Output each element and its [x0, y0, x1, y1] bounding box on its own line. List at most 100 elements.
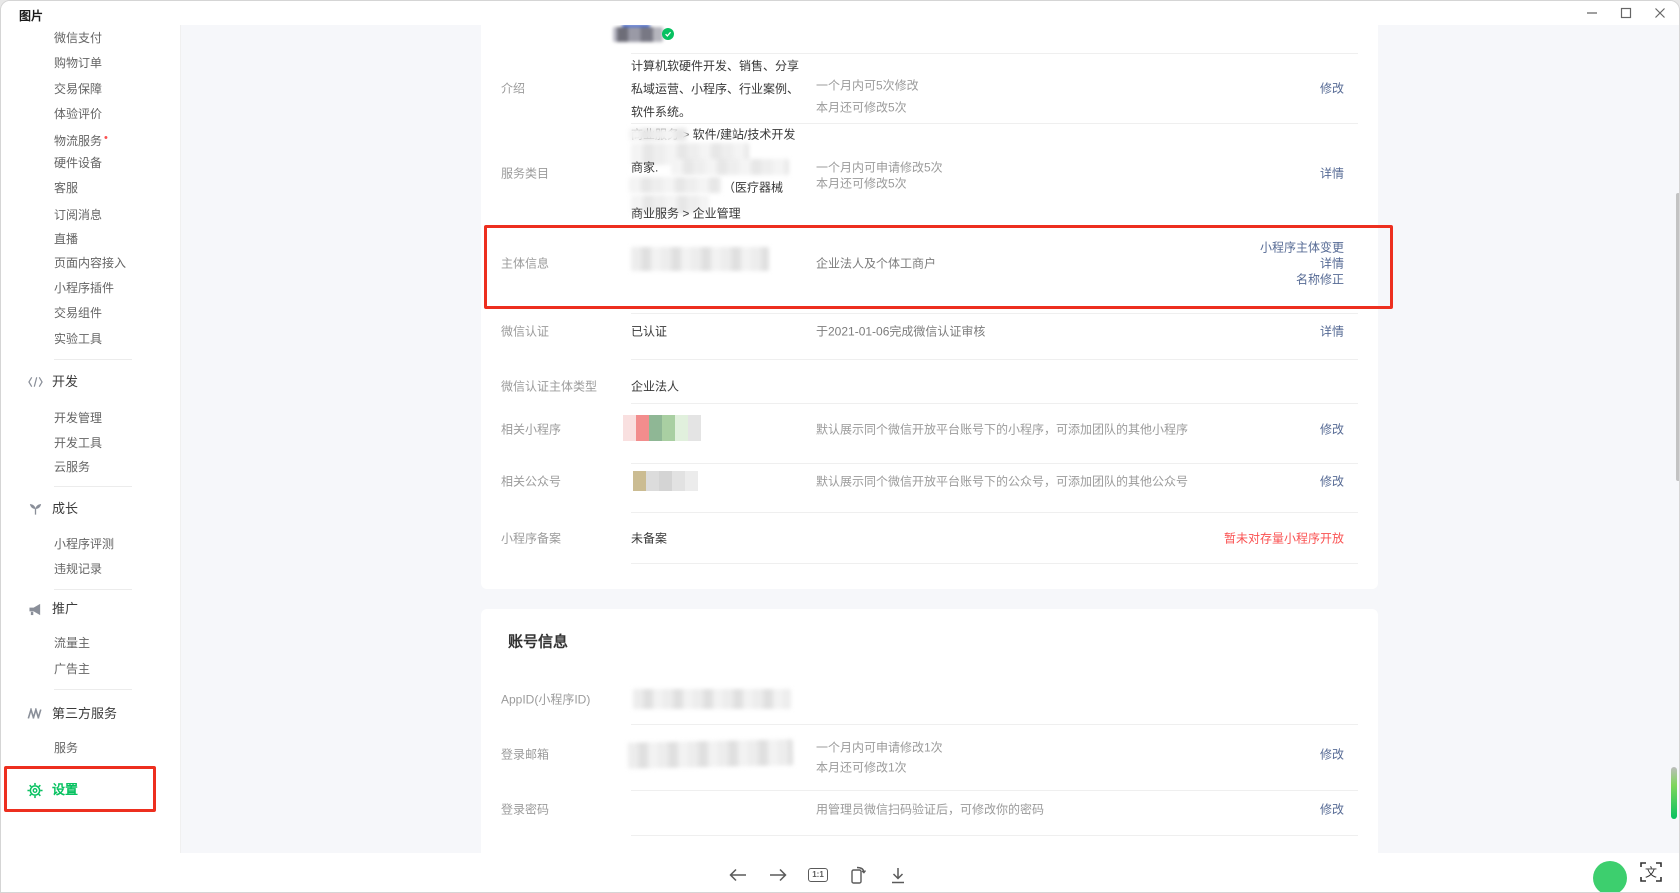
redacted-appid [633, 689, 791, 709]
verify-value: 已认证 [631, 323, 667, 340]
row-divider [631, 563, 1358, 564]
sidebar-item-violation-records[interactable]: 违规记录 [54, 561, 102, 577]
row-label-related-mp: 相关公众号 [501, 473, 561, 490]
vertical-scrollbar-thumb[interactable] [1676, 193, 1680, 481]
category-line-2: 商家. [631, 159, 658, 176]
floating-green-button[interactable] [1593, 861, 1627, 893]
download-button[interactable] [883, 861, 913, 889]
sidebar-item-dev-manage[interactable]: 开发管理 [54, 410, 102, 426]
sidebar-item-transaction-guarantee[interactable]: 交易保障 [54, 81, 102, 97]
megaphone-icon [27, 601, 43, 617]
sidebar-item-experience-rating[interactable]: 体验评价 [54, 106, 102, 122]
redacted-email [628, 739, 794, 768]
actual-size-button[interactable]: 1:1 [803, 861, 833, 889]
sidebar-item-customer-service[interactable]: 客服 [54, 180, 78, 196]
svg-text:文: 文 [1645, 865, 1657, 880]
sidebar-item-trade-components[interactable]: 交易组件 [54, 305, 102, 321]
sidebar-divider [54, 486, 132, 487]
maximize-button[interactable] [1611, 3, 1641, 23]
next-image-button[interactable] [763, 861, 793, 889]
sidebar-item-lab-tools[interactable]: 实验工具 [54, 331, 102, 347]
minimize-button[interactable] [1577, 3, 1607, 23]
previous-image-button[interactable] [723, 861, 753, 889]
rotate-icon [848, 865, 868, 885]
sidebar-item-live[interactable]: 直播 [54, 231, 78, 247]
related-mini-modify-link[interactable]: 修改 [1320, 421, 1344, 438]
row-divider [631, 512, 1358, 513]
redacted-block [629, 177, 721, 193]
row-divider [631, 403, 1358, 404]
verify-detail-link[interactable]: 详情 [1320, 323, 1344, 340]
related-mp-desc: 默认展示同个微信开放平台账号下的公众号，可添加团队的其他公众号 [816, 473, 1188, 490]
redacted-block [671, 159, 789, 175]
redacted-miniprogram-logo [623, 415, 701, 441]
sidebar-item-advertiser[interactable]: 广告主 [54, 661, 90, 677]
category-detail-link[interactable]: 详情 [1320, 165, 1344, 182]
sidebar-divider [54, 589, 132, 590]
row-divider [631, 313, 1358, 314]
sidebar-item-shopping-orders[interactable]: 购物订单 [54, 55, 102, 71]
row-divider [631, 724, 1358, 725]
email-modify-link[interactable]: 修改 [1320, 746, 1344, 763]
sidebar-item-subscribe-message[interactable]: 订阅消息 [54, 207, 102, 223]
sidebar-section-promotion[interactable]: 推广 [27, 600, 78, 618]
row-divider [631, 463, 1358, 464]
console-sidebar: 微信支付 购物订单 交易保障 体验评价 物流服务• 硬件设备 客服 订阅消息 直… [1, 25, 181, 853]
sidebar-item-wechat-pay[interactable]: 微信支付 [54, 30, 102, 46]
sidebar-item-logistics[interactable]: 物流服务• [54, 130, 108, 146]
viewer-toolbar: 1:1 [1, 853, 1680, 893]
sidebar-item-service[interactable]: 服务 [54, 740, 78, 756]
related-mp-modify-link[interactable]: 修改 [1320, 473, 1344, 490]
sidebar-section-settings[interactable]: 设置 [27, 781, 78, 799]
sidebar-item-mini-evaluation[interactable]: 小程序评测 [54, 536, 114, 552]
intro-modify-link[interactable]: 修改 [1320, 80, 1344, 97]
green-scroll-indicator[interactable] [1671, 767, 1677, 819]
row-label-subject: 主体信息 [501, 255, 549, 272]
verify-desc: 于2021-01-06完成微信认证审核 [816, 323, 985, 340]
image-canvas: 微信支付 购物订单 交易保障 体验评价 物流服务• 硬件设备 客服 订阅消息 直… [1, 25, 1680, 853]
redacted-official-account-logo [633, 471, 698, 491]
sidebar-item-dev-tools[interactable]: 开发工具 [54, 435, 102, 451]
row-label-icp: 小程序备案 [501, 530, 561, 547]
row-label-email: 登录邮箱 [501, 746, 549, 763]
verify-type-value: 企业法人 [631, 378, 679, 395]
sidebar-item-cloud-service[interactable]: 云服务 [54, 459, 90, 475]
profile-card: 介绍 计算机软硬件开发、销售、分享私域运营、小程序、行业案例、软件系统。 一个月… [481, 25, 1378, 589]
category-line-4: 商业服务 > 企业管理 [631, 205, 741, 222]
sidebar-item-hardware[interactable]: 硬件设备 [54, 155, 102, 171]
category-line-3: （医疗器械 [723, 179, 783, 196]
close-button[interactable] [1645, 3, 1675, 23]
rotate-button[interactable] [843, 861, 873, 889]
sidebar-section-third-party[interactable]: 第三方服务 [27, 705, 117, 723]
sidebar-section-dev[interactable]: 开发 [27, 373, 78, 391]
account-card-title: 账号信息 [508, 631, 568, 652]
sprout-icon [27, 501, 43, 517]
sidebar-item-plugins[interactable]: 小程序插件 [54, 280, 114, 296]
row-label-related-mini: 相关小程序 [501, 421, 561, 438]
sidebar-divider [54, 359, 132, 360]
subject-name-fix-link[interactable]: 名称修正 [1296, 271, 1344, 288]
subject-desc: 企业法人及个体工商户 [816, 255, 936, 272]
intro-note-2: 本月还可修改5次 [816, 99, 907, 116]
sidebar-divider [54, 689, 132, 690]
sidebar-item-traffic-owner[interactable]: 流量主 [54, 635, 90, 651]
subject-change-link[interactable]: 小程序主体变更 [1260, 239, 1344, 256]
arrow-right-icon [768, 868, 788, 882]
row-label-appid: AppID(小程序ID) [501, 691, 590, 708]
row-divider [631, 835, 1358, 836]
related-mini-desc: 默认展示同个微信开放平台账号下的小程序，可添加团队的其他小程序 [816, 421, 1188, 438]
row-label-intro: 介绍 [501, 80, 525, 97]
password-modify-link[interactable]: 修改 [1320, 801, 1344, 818]
icp-value: 未备案 [631, 530, 667, 547]
redacted-subject-name [631, 247, 769, 271]
sidebar-item-page-content[interactable]: 页面内容接入 [54, 255, 126, 271]
ocr-translate-button[interactable]: 文 [1637, 858, 1665, 886]
row-divider [631, 123, 1358, 124]
titlebar: 图片 [1, 1, 1679, 25]
row-divider [631, 790, 1358, 791]
subject-detail-link[interactable]: 详情 [1320, 255, 1344, 272]
minimize-icon [1586, 7, 1598, 19]
account-card: 账号信息 AppID(小程序ID) 登录邮箱 一个月内可申请修改1次 本月还可修… [481, 609, 1378, 853]
ocr-scan-icon: 文 [1639, 860, 1663, 884]
sidebar-section-growth[interactable]: 成长 [27, 500, 78, 518]
